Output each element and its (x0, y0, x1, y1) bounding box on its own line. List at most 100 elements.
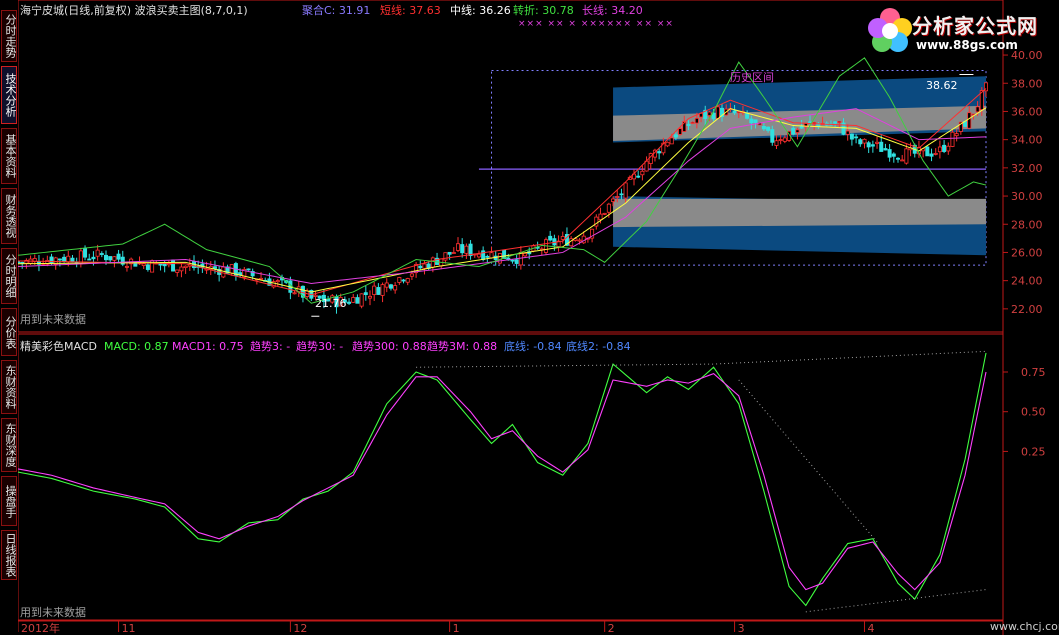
candle-body (523, 252, 528, 257)
candle-body (292, 292, 297, 295)
candle-body (967, 112, 972, 129)
sidebar-tab-4[interactable]: 财务透视 (1, 188, 17, 244)
legend-turn: 转折: 30.78 (513, 4, 574, 17)
candle-body (745, 113, 750, 119)
candle-body (875, 141, 880, 144)
candle-body (464, 245, 469, 254)
candle-body (837, 120, 842, 123)
candle-body (460, 244, 465, 254)
candle-body (795, 129, 800, 133)
candle-body (623, 182, 628, 199)
site-logo[interactable]: 分析家公式网 www.88gs.com (862, 2, 1058, 62)
sidebar-tab-6[interactable]: 分价表 (1, 308, 17, 356)
candle-body (602, 212, 607, 215)
candle-body (95, 249, 100, 257)
legend-juhe: 聚合C: 31.91 (302, 4, 371, 17)
candle-body (791, 127, 796, 135)
candle-body (443, 252, 448, 261)
chart-area: 22.00 24.00 26.00 28.00 30.00 32.00 34.00 36.00… (18, 0, 1059, 635)
sidebar-tab-7[interactable]: 东财资料 (1, 360, 17, 414)
candle-body (975, 106, 980, 113)
candle-body (409, 273, 414, 277)
main-ytick-label: 32.00 (1011, 162, 1043, 175)
candle-body (845, 130, 850, 135)
candle-body (355, 297, 360, 304)
candle-body (275, 280, 280, 283)
macd-series-2 (18, 371, 987, 591)
candle-body (937, 146, 942, 153)
candle-body (351, 297, 356, 303)
x-tick-label: 3 (738, 622, 745, 635)
macd-ytick-label: 0.50 (1021, 406, 1046, 419)
candle-body (778, 139, 783, 141)
candle-body (883, 148, 888, 151)
main-chart-title: 海宁皮城(日线,前复权) 波浪买卖主图(8,7,0,1) (20, 4, 248, 17)
x-tick-label: 2 (608, 622, 615, 635)
candle-body (66, 255, 71, 263)
candle-body (246, 268, 251, 271)
main-ytick-label: 30.00 (1011, 190, 1043, 203)
candle-body (359, 293, 364, 307)
candle-body (451, 252, 456, 254)
candle-body (673, 134, 678, 138)
candle-body (18, 261, 21, 264)
candle-body (946, 145, 951, 152)
candle-body (950, 131, 955, 147)
candle-body (212, 266, 217, 269)
candle-body (560, 236, 565, 240)
candle-body (904, 148, 909, 164)
candle-body (933, 152, 938, 155)
x-tick-label: 11 (122, 622, 136, 635)
sidebar-tab-8[interactable]: 东财深度 (1, 418, 17, 472)
candle-body (669, 137, 674, 145)
main-panel-frame (18, 0, 1004, 333)
candle-body (799, 126, 804, 129)
candle-body (707, 111, 712, 116)
candle-body (849, 133, 854, 140)
sidebar-tab-9[interactable]: 操盘手 (1, 476, 17, 526)
candle-body (891, 153, 896, 157)
candle-body (384, 282, 389, 288)
candle-body (183, 265, 188, 268)
candle-body (489, 252, 494, 259)
candle-body (879, 141, 884, 152)
candle-body (694, 117, 699, 124)
candle-body (690, 122, 695, 124)
candle-body (363, 292, 368, 295)
sidebar-tab-2[interactable]: 技术分析 (1, 66, 17, 124)
macd-panel-frame (18, 333, 1004, 621)
x-tick-label: 4 (867, 622, 874, 635)
candle-body (870, 144, 875, 147)
legend-mid: 中线: 36.26 (450, 4, 511, 17)
candle-body (259, 277, 264, 280)
candle-body (640, 170, 645, 176)
sidebar: 分时走势技术分析基本资料财务透视分时明细分价表东财资料东财深度操盘手日线报表 (0, 0, 18, 635)
sidebar-tab-10[interactable]: 日线报表 (1, 530, 17, 580)
candle-body (925, 146, 930, 157)
macd-ytick-label: 0.25 (1021, 445, 1046, 458)
candle-body (749, 118, 754, 124)
legend-trend3m: 趋势3M: 0.88 (427, 340, 498, 353)
candle-body (485, 255, 490, 258)
candle-body (104, 254, 109, 261)
sidebar-tab-5[interactable]: 分时明细 (1, 248, 17, 304)
candle-body (367, 295, 372, 299)
candle-body (900, 159, 905, 162)
candle-body (376, 287, 381, 295)
candle-body (548, 235, 553, 241)
candle-body (380, 284, 385, 296)
legend-bottom2: 底线2: -0.84 (566, 340, 631, 353)
sidebar-tab-3[interactable]: 基本资料 (1, 128, 17, 184)
candle-body (732, 110, 737, 114)
candle-body (83, 248, 88, 258)
chart-canvas[interactable]: 22.00 24.00 26.00 28.00 30.00 32.00 34.00 36.00… (18, 0, 1059, 635)
sidebar-tab-1[interactable]: 分时走势 (1, 10, 17, 62)
candle-body (405, 278, 410, 283)
candle-body (715, 106, 720, 119)
candle-body (611, 198, 616, 202)
candle-body (87, 258, 92, 261)
candle-body (954, 133, 959, 137)
candle-body (862, 138, 867, 144)
macd-title: 精美彩色MACD (20, 340, 97, 353)
macd-series-3 (416, 350, 987, 368)
